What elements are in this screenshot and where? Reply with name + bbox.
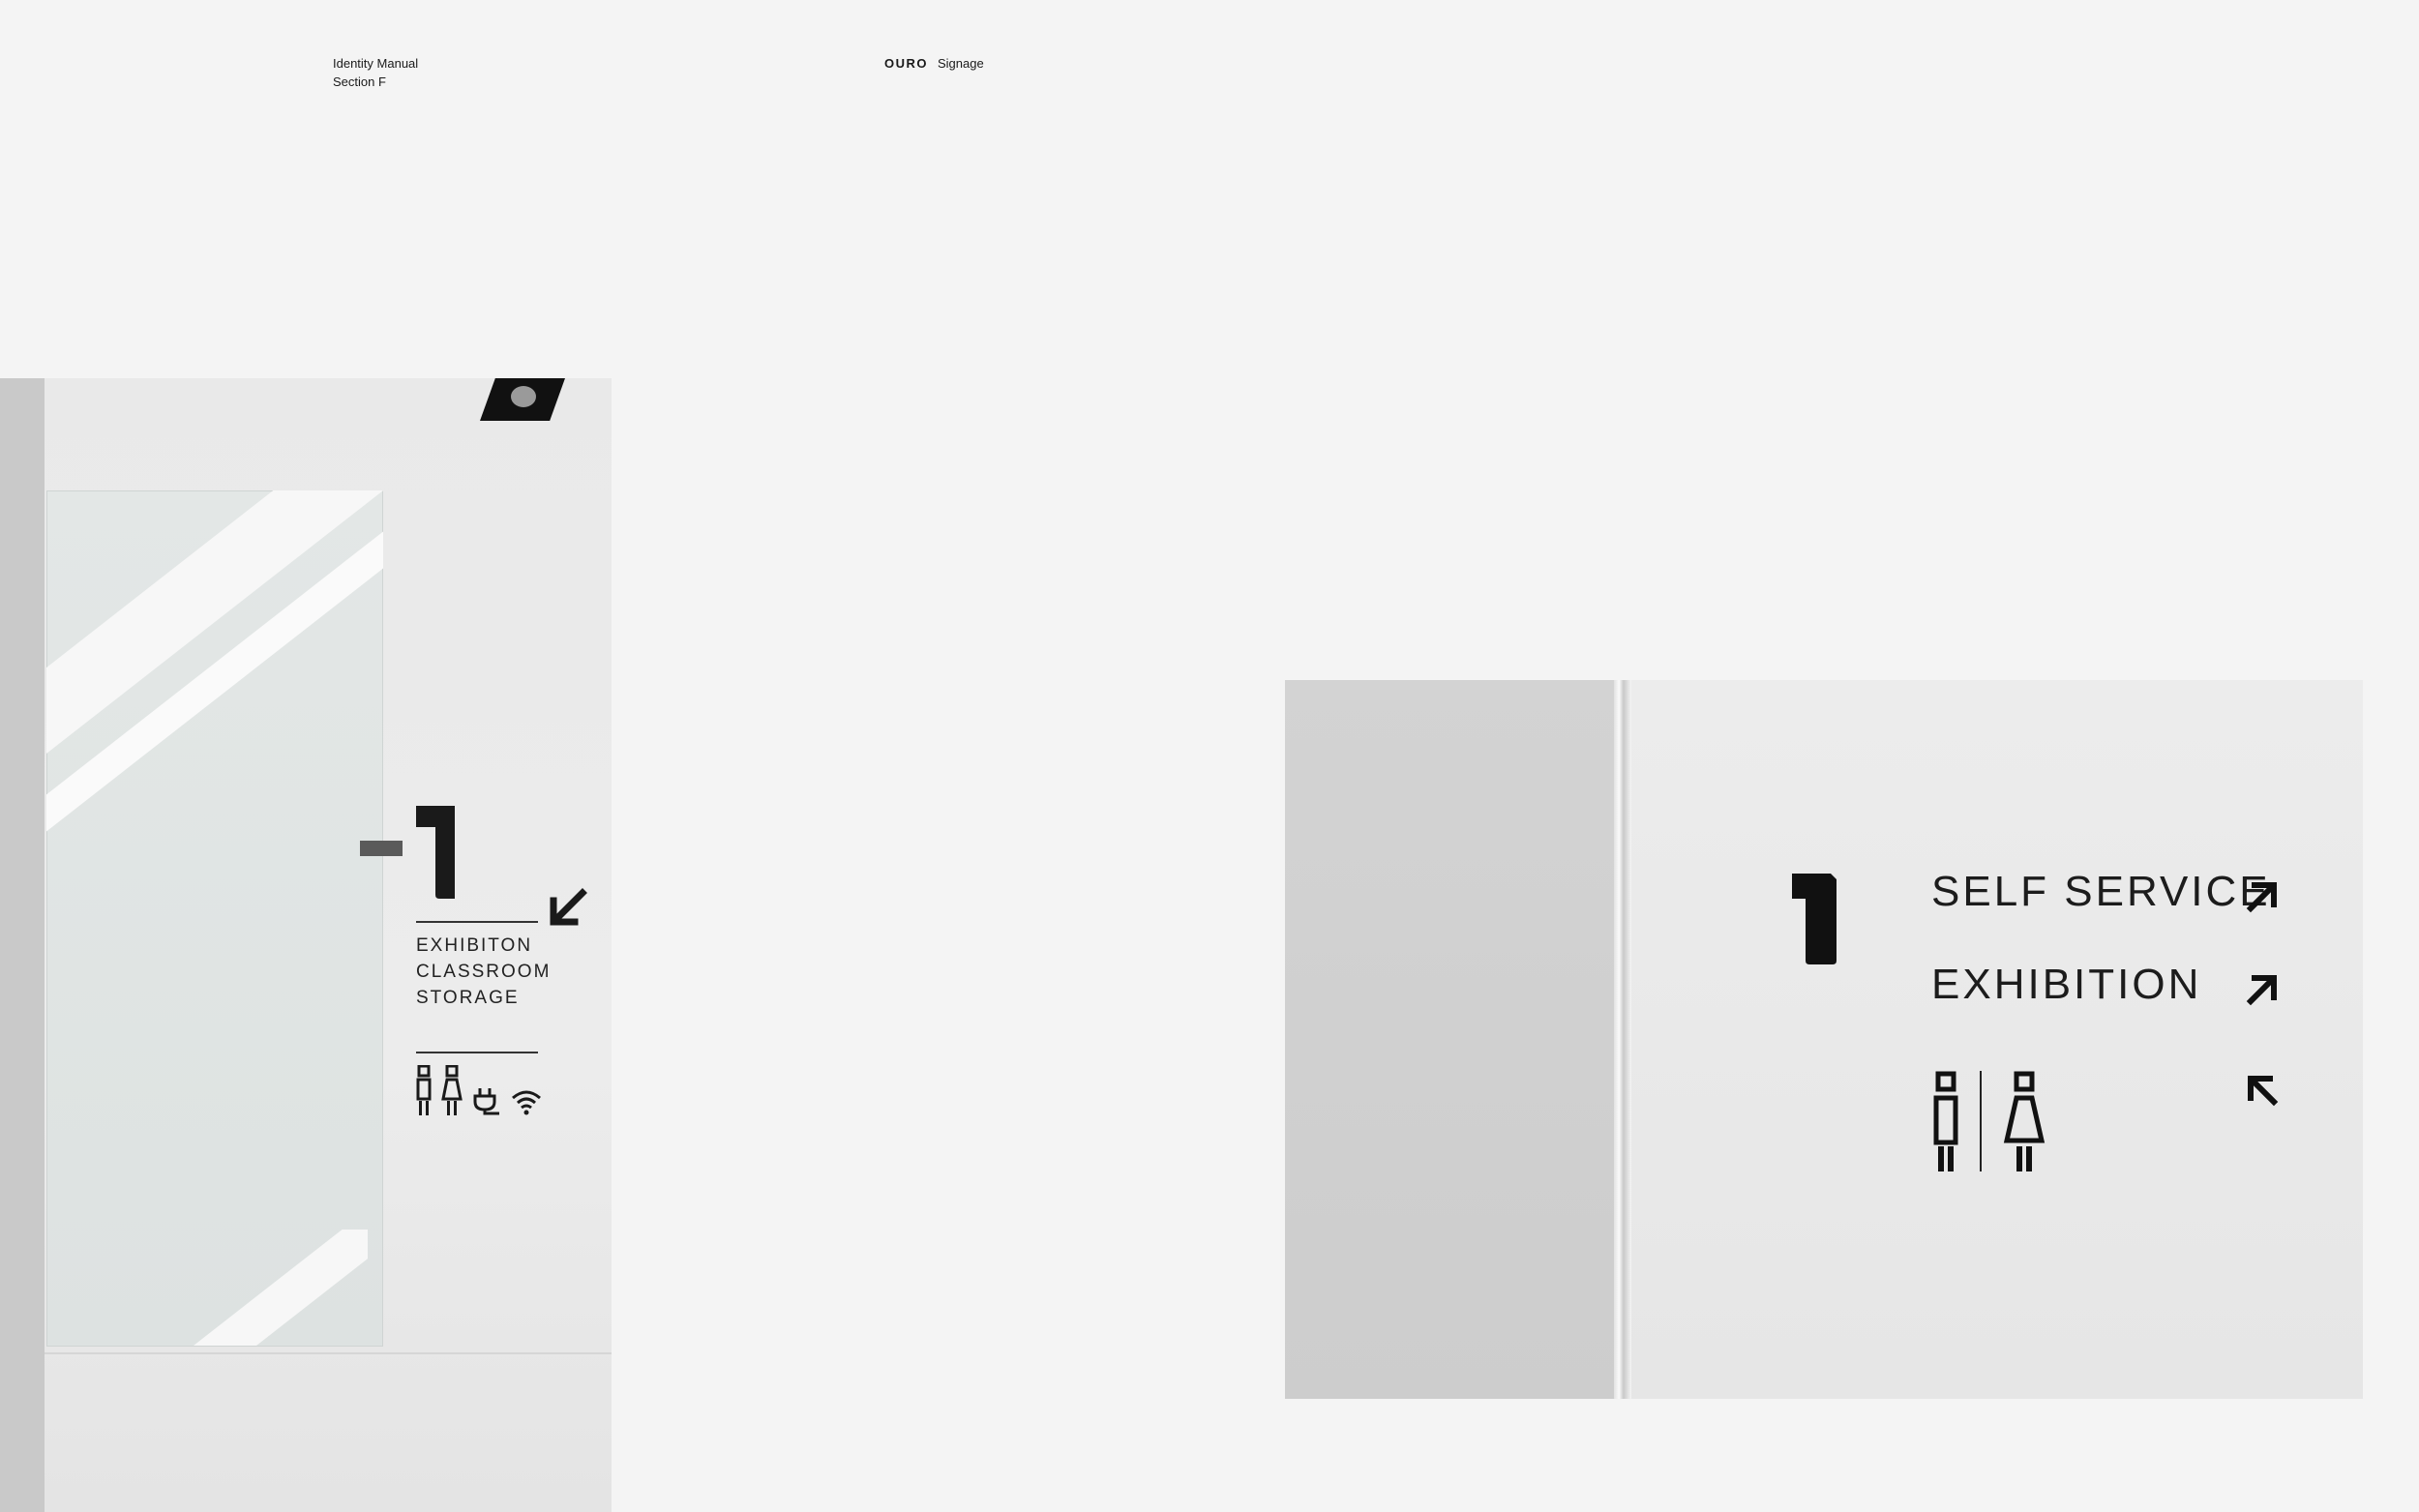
arrow-down-left-icon: [550, 888, 587, 926]
arrow-up-right-icon: [2246, 975, 2277, 1006]
staircase-top: [46, 490, 383, 897]
manual-title: Identity Manual: [333, 56, 419, 71]
photo-column: [0, 378, 45, 1512]
manual-label: Identity Manual Section F: [333, 54, 418, 91]
brand-label: OURO Signage: [884, 54, 984, 73]
destination-item: STORAGE: [416, 988, 520, 1008]
facility-icons: [416, 1065, 542, 1115]
topic-name: Signage: [938, 56, 984, 71]
destination-item: CLASSROOM: [416, 962, 552, 982]
divider-top: [416, 921, 538, 923]
floor-line: [45, 1352, 612, 1354]
divider-bottom: [416, 1052, 538, 1053]
level-number: [1792, 874, 1837, 964]
destination-list: EXHIBITON CLASSROOM STORAGE: [416, 933, 551, 1011]
arrow-up-left-icon: [2248, 1076, 2279, 1107]
direction-exhibition: EXHIBITION: [1931, 961, 2202, 1008]
brand-name: OURO: [884, 56, 928, 71]
wall-seam: [1614, 680, 1631, 1399]
direction-self-service: SELF SERVICE: [1931, 868, 2271, 915]
destination-item: EXHIBITON: [416, 935, 533, 956]
female-toilet-icon: [2003, 1071, 2046, 1171]
level-number: [360, 806, 455, 899]
power-plug-icon: [473, 1088, 499, 1115]
wall-surface: [1631, 680, 2363, 1399]
toilet-icons: [1933, 1071, 2046, 1171]
male-toilet-icon: [416, 1065, 432, 1115]
photo-stairwell-sign: EXHIBITON CLASSROOM STORAGE: [0, 378, 612, 1512]
wall-panel: [1285, 680, 1614, 1399]
toilet-divider: [1980, 1071, 1982, 1171]
photo-wall-sign: SELF SERVICE EXHIBITION: [1285, 680, 2363, 1399]
section-label: Section F: [333, 74, 386, 89]
arrow-up-right-icon: [2246, 882, 2277, 913]
male-toilet-icon: [1933, 1071, 1958, 1171]
female-toilet-icon: [441, 1065, 463, 1115]
staircase-bottom: [194, 1230, 368, 1346]
wifi-icon: [512, 1090, 541, 1115]
